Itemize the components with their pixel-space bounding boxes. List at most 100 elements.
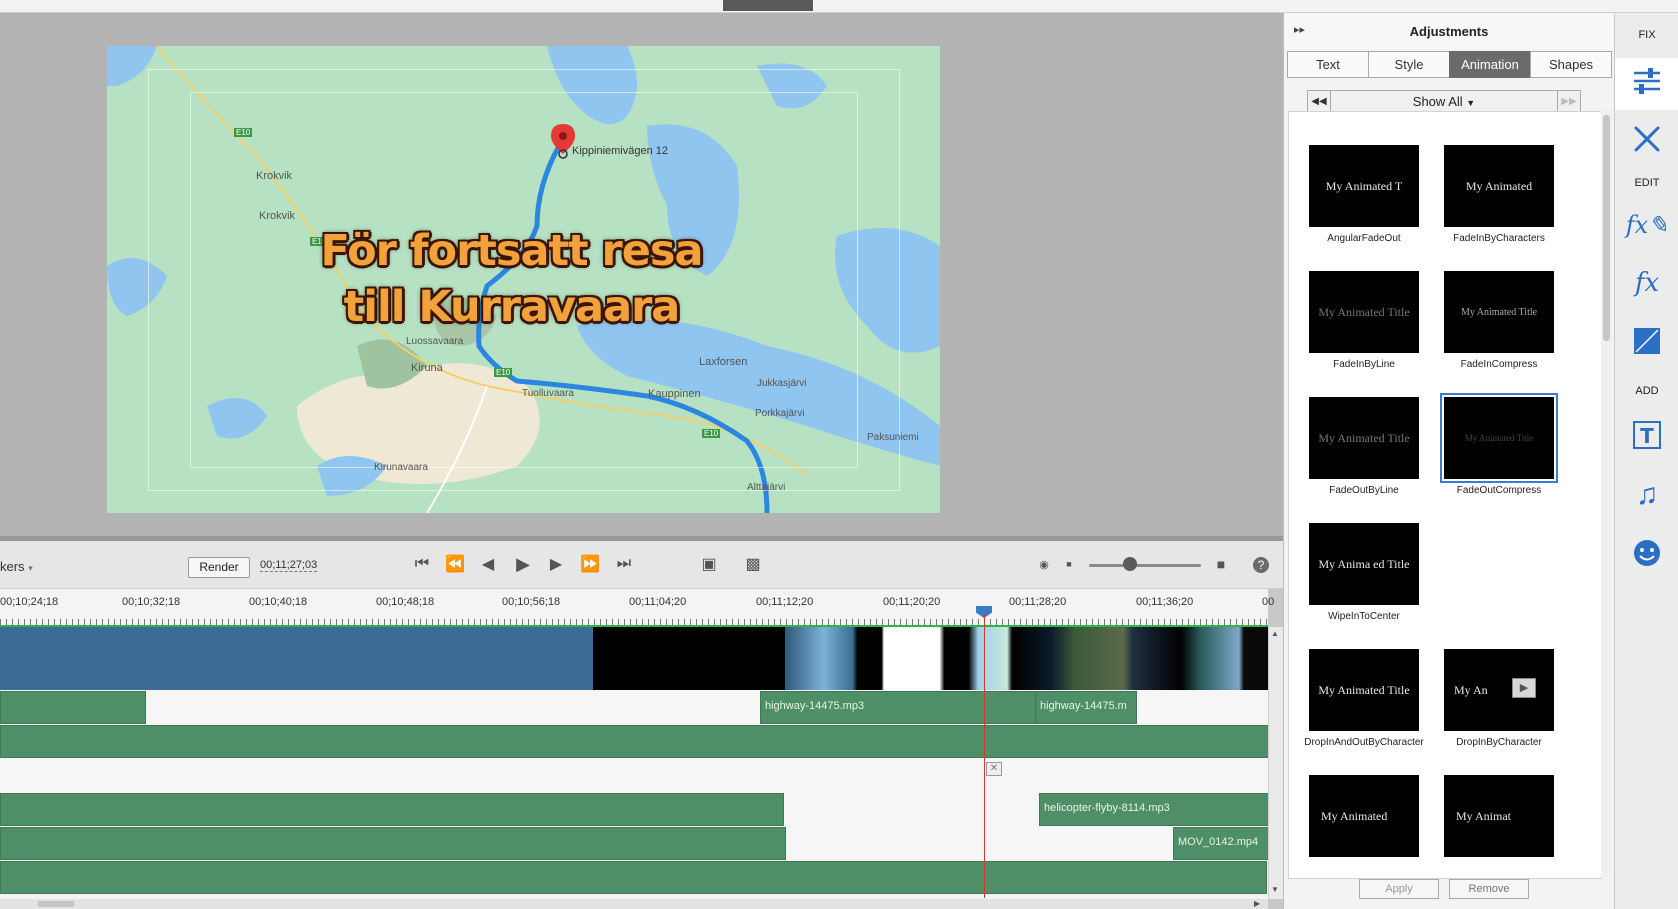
scroll-down-icon[interactable]: ▼ — [1271, 885, 1279, 894]
presets-scrollbar[interactable] — [1601, 111, 1612, 877]
scroll-thumb[interactable] — [1603, 115, 1610, 341]
tab-text[interactable]: Text — [1287, 51, 1369, 78]
title-line-1[interactable]: För fortsatt resa — [107, 226, 928, 276]
filter-value: Show All — [1412, 94, 1463, 109]
preset-thumbnail: My Animated — [1309, 775, 1419, 857]
render-button[interactable]: Render — [188, 557, 250, 578]
video-track-3: helicopter-flyby-8114.mp3 — [0, 792, 1269, 827]
graphics-smiley-icon[interactable] — [1631, 537, 1663, 569]
preset-name: FadeOutByLine — [1329, 485, 1399, 496]
title-line-2[interactable]: till Kurravaara — [107, 282, 928, 332]
audio-clip[interactable] — [0, 861, 1267, 894]
preset-thumbnail: My Animated T — [1309, 145, 1419, 227]
render-preview-icon[interactable]: ▣ — [698, 553, 720, 575]
transition-icon[interactable]: ✕ — [986, 762, 1002, 776]
audio-clip[interactable] — [0, 691, 146, 724]
step-forward-clip-icon[interactable]: ⏩ — [579, 553, 601, 575]
preset-tile[interactable]: My Animated — [1297, 770, 1431, 878]
preset-name: DropInAndOutByCharacter — [1304, 737, 1424, 748]
preset-thumbnail: My Animated Title — [1309, 271, 1419, 353]
audio-clip-highway[interactable]: highway-14475.mp3 — [760, 691, 1037, 724]
step-back-frame-icon[interactable]: ◀ — [477, 553, 499, 575]
transitions-icon[interactable] — [1631, 325, 1663, 357]
step-back-clip-icon[interactable]: ⏪ — [444, 553, 466, 575]
clip-name: highway-14475.m — [1040, 700, 1127, 712]
tab-shapes[interactable]: Shapes — [1530, 51, 1612, 78]
preset-tile[interactable]: My Animated T AngularFadeOut — [1297, 140, 1431, 258]
apply-button[interactable]: Apply — [1359, 879, 1439, 899]
remove-button[interactable]: Remove — [1449, 879, 1529, 899]
video-clip-thumbnails[interactable] — [785, 627, 1268, 690]
video-track-2 — [0, 724, 1269, 759]
filter-bar: ◀◀ Show All ▼ ▶▶ — [1307, 90, 1581, 113]
timeline-horizontal-scrollbar[interactable]: ▶ — [0, 899, 1268, 909]
preset-name: FadeInCompress — [1460, 359, 1538, 370]
scroll-thumb[interactable] — [38, 901, 74, 907]
play-icon[interactable]: ▶ — [512, 553, 534, 575]
go-to-end-icon[interactable]: ⏭ — [613, 553, 635, 575]
tools-icon[interactable] — [1631, 123, 1663, 155]
scroll-up-icon[interactable]: ▲ — [1271, 629, 1279, 638]
top-menu-strip — [0, 0, 1678, 13]
preset-tile[interactable]: My An ▶ DropInByCharacter — [1432, 644, 1566, 762]
ruler-tick-label: 00;11;12;20 — [756, 596, 814, 608]
current-timecode[interactable]: 00;11;27;03 — [260, 559, 318, 572]
tab-animation[interactable]: Animation — [1449, 51, 1531, 78]
previous-icon[interactable]: ◀◀ — [1308, 91, 1331, 112]
ruler-tick-label: 00;10;40;18 — [249, 596, 308, 608]
zoom-slider-handle[interactable] — [1123, 557, 1137, 571]
effects-icon[interactable]: fx — [1631, 267, 1663, 299]
ruler-ticks — [0, 613, 1268, 625]
zoom-in-icon[interactable]: ■ — [1210, 553, 1232, 575]
video-clip[interactable] — [0, 827, 786, 860]
effect-controls-icon[interactable]: fx✎ — [1626, 209, 1669, 241]
markers-dropdown[interactable]: kers ▾ — [0, 559, 33, 574]
preset-tile[interactable]: My Animat — [1432, 770, 1566, 878]
help-icon[interactable]: ? — [1253, 557, 1269, 573]
zoom-slider[interactable] — [1089, 564, 1201, 567]
fullscreen-preview-icon[interactable]: ▩ — [742, 553, 764, 575]
preset-name: WipeInToCenter — [1328, 611, 1400, 622]
titles-text-icon[interactable]: T — [1631, 419, 1663, 451]
preset-tile[interactable]: My Animated Title DropInAndOutByCharacte… — [1297, 644, 1431, 762]
zoom-out-icon[interactable]: ■ — [1058, 553, 1080, 575]
panel-tabs: Text Style Animation Shapes — [1287, 51, 1612, 78]
audio-clip-helicopter[interactable]: helicopter-flyby-8114.mp3 — [1039, 793, 1269, 826]
title-clip[interactable] — [0, 725, 1269, 758]
edit-section-label: EDIT — [1634, 177, 1660, 189]
timeline-ruler[interactable]: 00;10;24;18 00;10;32;18 00;10;40;18 00;1… — [0, 589, 1274, 627]
go-to-start-icon[interactable]: ⏮ — [411, 553, 433, 575]
preset-name: DropInByCharacter — [1456, 737, 1542, 748]
music-icon[interactable]: ♫ — [1631, 478, 1663, 511]
video-clip-mov[interactable]: MOV_0142.mp4 — [1173, 827, 1269, 860]
video-clip[interactable] — [0, 627, 593, 690]
animation-presets-grid: My Animated T AngularFadeOut My Animated… — [1288, 111, 1602, 879]
active-mode-tab[interactable] — [723, 0, 813, 11]
next-icon[interactable]: ▶▶ — [1557, 91, 1580, 112]
ruler-tick-label: 00 — [1262, 596, 1275, 608]
play-preview-icon[interactable]: ▶ — [1512, 678, 1536, 698]
preset-thumbnail: My Animated Title — [1440, 393, 1558, 483]
audio-clip-highway-2[interactable]: highway-14475.m — [1035, 691, 1137, 724]
video-clip[interactable] — [0, 793, 784, 826]
preset-tile[interactable]: My Animated Title FadeInCompress — [1432, 266, 1566, 384]
scroll-right-icon[interactable]: ▶ — [1254, 899, 1260, 908]
timeline-vertical-scrollbar[interactable]: ▲ ▼ — [1268, 627, 1284, 899]
map-label: Kiruna — [411, 362, 443, 374]
preset-name: FadeOutCompress — [1456, 485, 1542, 496]
preset-tile-selected[interactable]: My Animated Title FadeOutCompress — [1432, 392, 1566, 510]
map-label: Luossavaara — [406, 336, 464, 347]
ruler-tick-label: 00;11;20;20 — [883, 596, 941, 608]
preset-tile[interactable]: My Animated FadeInByCharacters — [1432, 140, 1566, 258]
preset-tile[interactable]: My Animated Title FadeInByLine — [1297, 266, 1431, 384]
ruler-tick-label: 00;11;04;20 — [629, 596, 687, 608]
preset-thumbnail: My Animated Title — [1309, 649, 1419, 731]
preset-tile[interactable]: My Anima ed Title WipeInToCenter — [1297, 518, 1431, 636]
adjustments-sliders-icon[interactable] — [1631, 65, 1663, 97]
tab-style[interactable]: Style — [1368, 51, 1450, 78]
playhead-line[interactable] — [984, 614, 985, 898]
step-forward-frame-icon[interactable]: ▶ — [545, 553, 567, 575]
preset-thumbnail: My Animated Title — [1444, 271, 1554, 353]
zoom-fit-icon[interactable]: ◉ — [1033, 553, 1055, 575]
preset-tile[interactable]: My Animated Title FadeOutByLine — [1297, 392, 1431, 510]
